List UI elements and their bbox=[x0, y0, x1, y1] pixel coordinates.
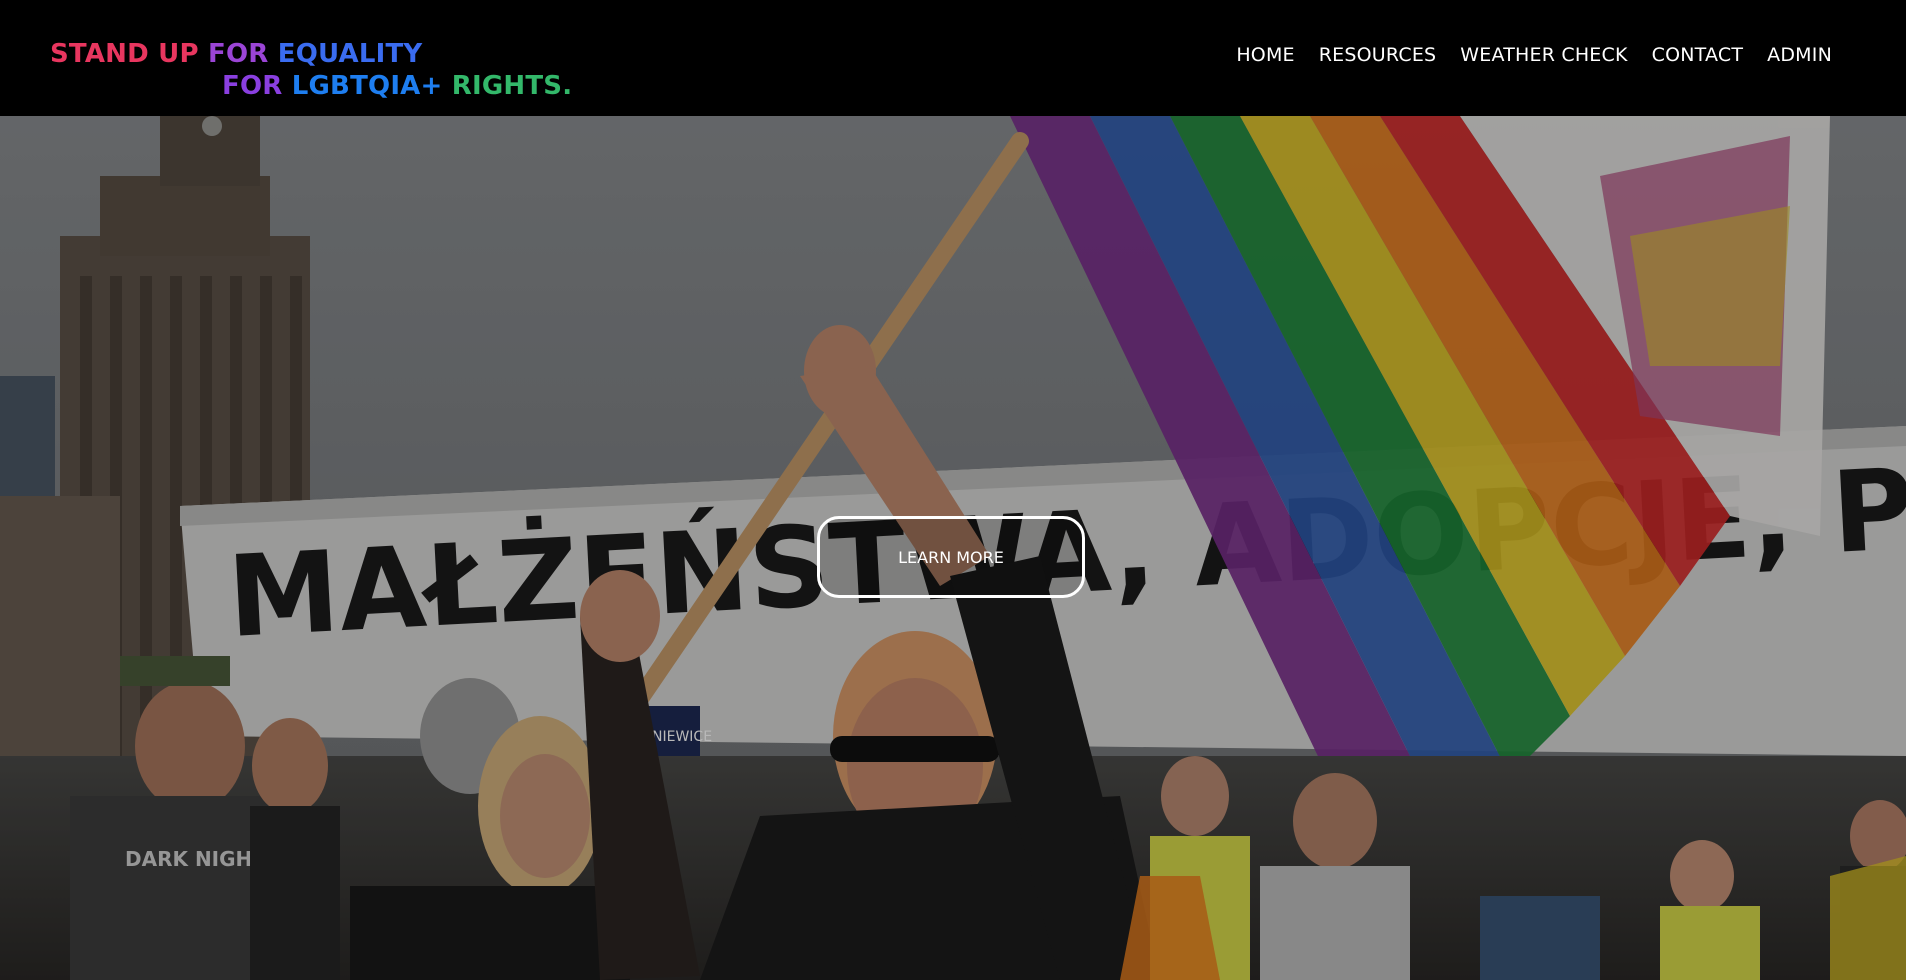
hero-section: MAŁŻEŃSTWA, ADOPCJE, PRAWA LGBT+ NIEWICE bbox=[0, 116, 1906, 980]
page: STAND UP FOR EQUALITY FOR LGBTQIA+ RIGHT… bbox=[0, 0, 1906, 980]
logo-line-1: STAND UP FOR EQUALITY bbox=[50, 38, 572, 70]
nav-weather-check[interactable]: WEATHER CHECK bbox=[1460, 44, 1627, 66]
site-header: STAND UP FOR EQUALITY FOR LGBTQIA+ RIGHT… bbox=[0, 0, 1906, 116]
logo-word-rights: RIGHTS. bbox=[451, 71, 573, 101]
main-nav: HOME RESOURCES WEATHER CHECK CONTACT ADM… bbox=[1236, 44, 1832, 66]
logo-word-lgbtqia: LGBTQIA+ bbox=[291, 71, 452, 101]
nav-home[interactable]: HOME bbox=[1236, 44, 1294, 66]
learn-more-button[interactable]: LEARN MORE bbox=[817, 516, 1085, 598]
logo-word-stand-up: STAND UP bbox=[50, 39, 208, 69]
logo-word-equality: EQUALITY bbox=[277, 39, 423, 69]
logo-word-for: FOR bbox=[207, 39, 278, 69]
logo-line-2: FOR LGBTQIA+ RIGHTS. bbox=[50, 70, 572, 102]
site-logo[interactable]: STAND UP FOR EQUALITY FOR LGBTQIA+ RIGHT… bbox=[50, 38, 572, 102]
nav-admin[interactable]: ADMIN bbox=[1767, 44, 1832, 66]
nav-contact[interactable]: CONTACT bbox=[1652, 44, 1744, 66]
nav-resources[interactable]: RESOURCES bbox=[1319, 44, 1437, 66]
shirt-text: DARK NIGHT bbox=[125, 847, 266, 871]
logo-word-for-2: FOR bbox=[222, 71, 292, 101]
svg-text:NIEWICE: NIEWICE bbox=[652, 729, 712, 745]
